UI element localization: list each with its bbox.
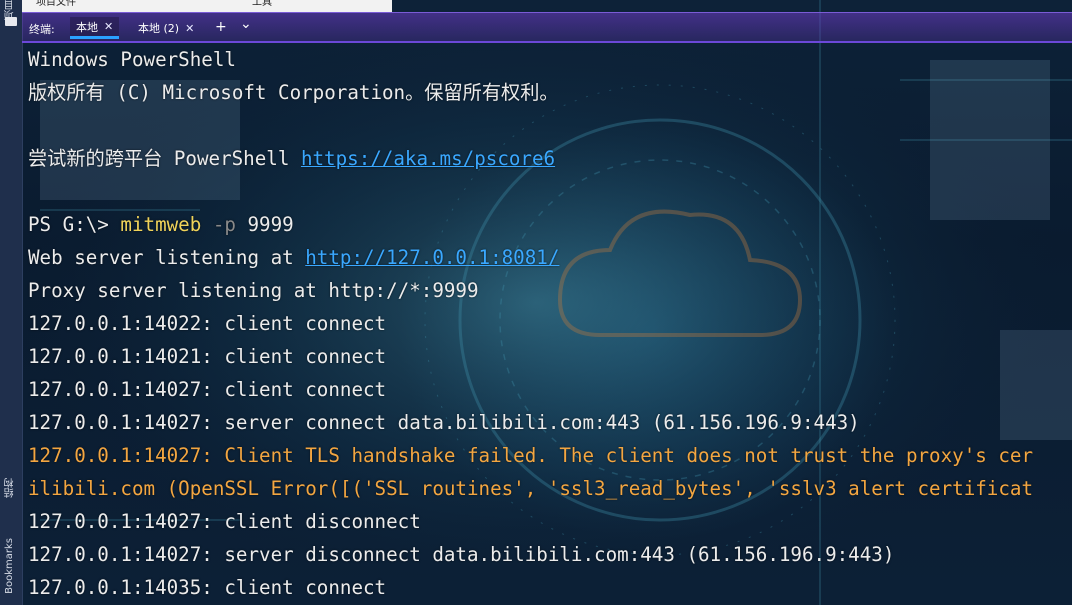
terminal-text: 127.0.0.1:14027: server connect data.bil… <box>28 411 860 434</box>
terminal-text: 尝试新的跨平台 PowerShell <box>28 147 301 170</box>
terminal-text: Web server listening at <box>28 246 306 269</box>
structure-panel-label[interactable]: 结构 <box>3 478 18 498</box>
left-tool-strip: 项目 结构 Bookmarks <box>0 0 23 605</box>
terminal-text: mitmweb <box>120 213 202 236</box>
terminal-text: Proxy server listening at http://*:9999 <box>28 279 479 302</box>
terminal-line: Windows PowerShell <box>28 43 1072 76</box>
terminal-text: 127.0.0.1:14027: client connect <box>28 378 387 401</box>
terminal-line: 尝试新的跨平台 PowerShell https://aka.ms/pscore… <box>28 142 1072 175</box>
tab-dropdown-icon[interactable]: ⌄ <box>240 15 252 33</box>
terminal-text: 127.0.0.1:14021: client connect <box>28 345 387 368</box>
menu-item-project-files[interactable]: 项目文件 <box>36 0 76 9</box>
terminal-line: 127.0.0.1:14027: client connect <box>28 373 1072 406</box>
terminal-text: -p <box>201 213 236 236</box>
terminal-text: 版权所有 (C) Microsoft Corporation。保留所有权利。 <box>28 81 559 104</box>
terminal-line: Proxy server listening at http://*:9999 <box>28 274 1072 307</box>
tab-label: 本地 (2) <box>138 22 180 35</box>
terminal-text: 127.0.0.1:14022: client connect <box>28 312 387 335</box>
terminal-tab-bar: 终端: 本地 ✕ 本地 (2) ✕ + ⌄ <box>22 12 1072 43</box>
terminal-text: 127.0.0.1:14035: client connect <box>28 576 387 599</box>
terminal-line: 127.0.0.1:14021: client connect <box>28 340 1072 373</box>
terminal-text: 127.0.0.1:14027: client disconnect <box>28 510 421 533</box>
terminal-line: 版权所有 (C) Microsoft Corporation。保留所有权利。 <box>28 76 1072 109</box>
add-tab-icon[interactable]: + <box>215 18 227 36</box>
terminal-link[interactable]: https://aka.ms/pscore6 <box>301 147 555 170</box>
close-icon[interactable]: ✕ <box>104 20 113 33</box>
terminal-line: 127.0.0.1:14022: client connect <box>28 307 1072 340</box>
terminal-line: Web server listening at http://127.0.0.1… <box>28 241 1072 274</box>
terminal-text: Windows PowerShell <box>28 48 236 71</box>
terminal-line: 127.0.0.1:14035: client connect <box>28 571 1072 604</box>
tab-local-2[interactable]: 本地 (2) ✕ <box>138 17 194 39</box>
terminal-text: PS G:\> <box>28 213 121 236</box>
terminal-line: 127.0.0.1:14027: client disconnect <box>28 505 1072 538</box>
terminal-text: ilibili.com (OpenSSL Error([('SSL routin… <box>28 477 1034 500</box>
close-icon[interactable]: ✕ <box>185 22 194 35</box>
terminal-line: PS G:\> mitmweb -p 9999 <box>28 208 1072 241</box>
terminal-section-label: 终端: <box>29 23 55 36</box>
terminal-line: 127.0.0.1:14027: server disconnect data.… <box>28 538 1072 571</box>
terminal-link[interactable]: http://127.0.0.1:8081/ <box>305 246 559 269</box>
terminal-line: ilibili.com (OpenSSL Error([('SSL routin… <box>28 472 1072 505</box>
menu-item-tools[interactable]: 工具 <box>252 0 272 9</box>
bookmarks-panel-label[interactable]: Bookmarks <box>4 538 15 594</box>
terminal-text: 9999 <box>235 213 294 236</box>
folder-icon[interactable] <box>5 17 17 26</box>
tab-local[interactable]: 本地 ✕ <box>70 17 120 39</box>
terminal-text: 127.0.0.1:14027: server disconnect data.… <box>28 543 895 566</box>
tab-label: 本地 <box>76 20 98 34</box>
terminal-text: 127.0.0.1:14027: Client TLS handshake fa… <box>28 444 1034 467</box>
terminal-window: 项目 结构 Bookmarks 项目文件 工具 终端: 本地 ✕ 本地 (2) … <box>0 0 1072 605</box>
terminal-output[interactable]: Windows PowerShell 版权所有 (C) Microsoft Cor… <box>28 43 1072 603</box>
terminal-line: 127.0.0.1:14027: Client TLS handshake fa… <box>28 439 1072 472</box>
terminal-line: 127.0.0.1:14027: server connect data.bil… <box>28 406 1072 439</box>
